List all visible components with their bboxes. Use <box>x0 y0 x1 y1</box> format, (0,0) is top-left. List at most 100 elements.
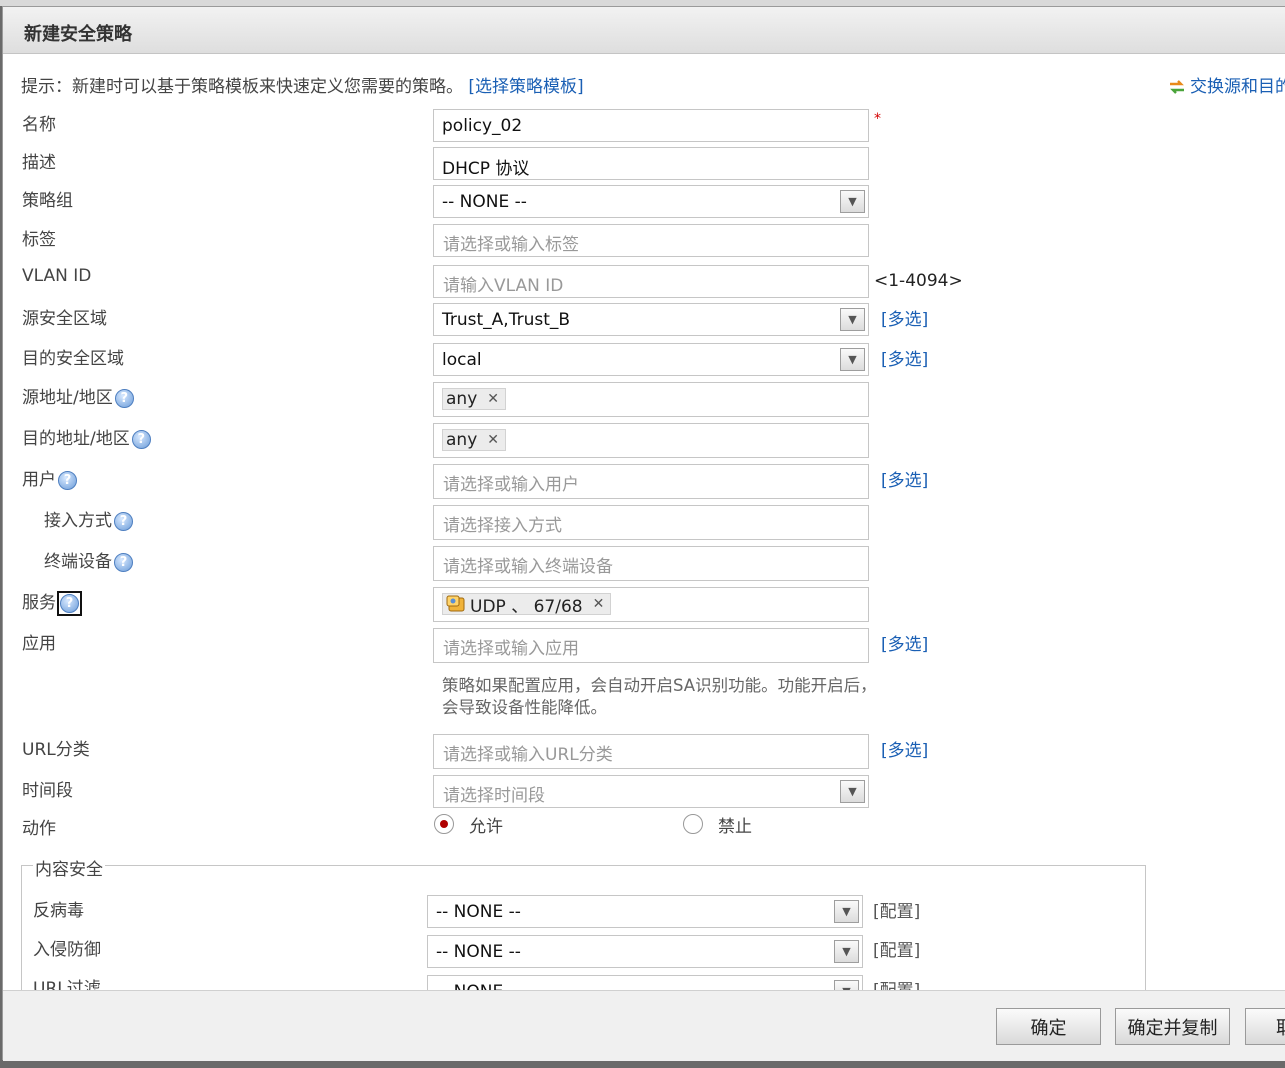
url-filter-value: -- NONE -- <box>436 982 521 990</box>
time-range-placeholder: 请选择时间段 <box>443 786 545 806</box>
dst-addr-input[interactable]: any ✕ <box>433 423 869 458</box>
name-input[interactable]: policy_02 <box>433 109 869 142</box>
application-input[interactable]: 请选择或输入应用 <box>433 628 869 663</box>
name-value: policy_02 <box>442 116 523 136</box>
user-label-wrap: 用户? <box>22 465 77 490</box>
deny-radio[interactable] <box>683 814 703 834</box>
src-addr-label-wrap: 源地址/地区? <box>22 383 134 408</box>
help-icon[interactable]: ? <box>58 470 77 490</box>
permit-radio[interactable] <box>434 814 454 834</box>
chevron-down-icon[interactable]: ▼ <box>840 780 865 803</box>
url-category-label: URL分类 <box>22 740 90 760</box>
description-input[interactable]: DHCP 协议 <box>433 147 869 180</box>
antivirus-config-link[interactable]: [配置] <box>873 897 920 922</box>
permit-label[interactable]: 允许 <box>469 812 503 837</box>
ips-value: -- NONE -- <box>436 942 521 962</box>
src-addr-input[interactable]: any ✕ <box>433 382 869 417</box>
required-mark: * <box>874 111 881 127</box>
antivirus-value: -- NONE -- <box>436 902 521 922</box>
help-icon[interactable]: ? <box>131 429 151 449</box>
tag-input[interactable]: 请选择或输入标签 <box>433 224 869 257</box>
close-icon[interactable]: ✕ <box>487 432 499 448</box>
tag-placeholder: 请选择或输入标签 <box>443 235 579 255</box>
access-label: 接入方式 <box>44 511 112 531</box>
dst-addr-label: 目的地址/地区 <box>22 429 130 449</box>
vlan-placeholder: 请输入VLAN ID <box>443 276 564 296</box>
vlan-input[interactable]: 请输入VLAN ID <box>433 265 869 298</box>
ips-select[interactable]: -- NONE -- ▼ <box>427 935 863 968</box>
ips-config-link[interactable]: [配置] <box>873 936 920 961</box>
policy-group-label: 策略组 <box>22 191 73 211</box>
src-zone-select[interactable]: Trust_A,Trust_B ▼ <box>433 303 869 336</box>
service-label-wrap: 服务? <box>22 588 82 616</box>
url-filter-config-link[interactable]: [配置] <box>873 976 920 990</box>
new-security-policy-dialog: 新建安全策略 提示：新建时可以基于策略模板来快速定义您需要的策略。 [选择策略模… <box>2 6 1285 1061</box>
dst-zone-select[interactable]: local ▼ <box>433 343 869 376</box>
user-multi-link[interactable]: [多选] <box>881 466 928 491</box>
select-template-link[interactable]: [选择策略模板] <box>468 77 583 97</box>
dialog-footer: 确定 确定并复制 取消 <box>3 990 1285 1061</box>
help-icon[interactable]: ? <box>60 593 79 613</box>
dst-addr-tag-text: any <box>446 430 478 450</box>
help-icon[interactable]: ? <box>114 511 133 531</box>
application-placeholder: 请选择或输入应用 <box>443 639 579 659</box>
description-value: DHCP 协议 <box>442 159 530 179</box>
chevron-down-icon[interactable]: ▼ <box>840 348 865 371</box>
src-addr-tag: any ✕ <box>442 388 506 410</box>
dialog-content[interactable]: 提示：新建时可以基于策略模板来快速定义您需要的策略。 [选择策略模板] 交换源和… <box>9 55 1285 990</box>
dst-zone-value: local <box>442 350 482 370</box>
device-label: 终端设备 <box>44 552 112 572</box>
swap-src-dst-link[interactable]: 交换源和目的 <box>1167 72 1285 97</box>
dialog-titlebar[interactable]: 新建安全策略 <box>3 7 1285 54</box>
device-input[interactable]: 请选择或输入终端设备 <box>433 546 869 581</box>
user-label: 用户 <box>22 470 56 490</box>
help-icon-focused[interactable]: ? <box>57 590 82 616</box>
antivirus-label: 反病毒 <box>33 901 84 921</box>
swap-icon <box>1170 80 1184 94</box>
deny-label[interactable]: 禁止 <box>718 812 752 837</box>
name-label: 名称 <box>22 115 56 135</box>
application-note: 策略如果配置应用，会自动开启SA识别功能。功能开启后，会导致设备性能降低。 <box>442 676 877 717</box>
url-filter-label: URL过滤 <box>33 979 101 990</box>
src-zone-label: 源安全区域 <box>22 309 107 329</box>
antivirus-select[interactable]: -- NONE -- ▼ <box>427 895 863 928</box>
dst-zone-multi-link[interactable]: [多选] <box>881 345 928 370</box>
device-label-wrap: 终端设备? <box>44 547 133 572</box>
dst-addr-tag: any ✕ <box>442 429 506 451</box>
swap-label: 交换源和目的 <box>1190 77 1285 97</box>
dst-addr-label-wrap: 目的地址/地区? <box>22 424 151 449</box>
service-input[interactable]: UDP 、 67/68 ✕ <box>433 587 869 622</box>
chevron-down-icon[interactable]: ▼ <box>840 308 865 331</box>
application-multi-link[interactable]: [多选] <box>881 630 928 655</box>
time-range-select[interactable]: 请选择时间段 ▼ <box>433 775 869 808</box>
close-icon[interactable]: ✕ <box>487 391 499 407</box>
device-placeholder: 请选择或输入终端设备 <box>443 557 613 577</box>
help-icon[interactable]: ? <box>114 552 133 572</box>
access-input[interactable]: 请选择接入方式 <box>433 505 869 540</box>
ok-and-copy-button[interactable]: 确定并复制 <box>1115 1008 1230 1045</box>
url-category-placeholder: 请选择或输入URL分类 <box>443 745 613 765</box>
access-placeholder: 请选择接入方式 <box>443 516 562 536</box>
chevron-down-icon[interactable]: ▼ <box>834 980 859 990</box>
content-security-legend: 内容安全 <box>33 855 105 880</box>
cancel-button[interactable]: 取消 <box>1245 1008 1285 1045</box>
description-label: 描述 <box>22 153 56 173</box>
chevron-down-icon[interactable]: ▼ <box>834 940 859 963</box>
chevron-down-icon[interactable]: ▼ <box>840 190 865 213</box>
src-zone-multi-link[interactable]: [多选] <box>881 305 928 330</box>
url-category-input[interactable]: 请选择或输入URL分类 <box>433 734 869 769</box>
policy-group-select[interactable]: -- NONE -- ▼ <box>433 185 869 218</box>
url-filter-select[interactable]: -- NONE -- ▼ <box>427 975 863 990</box>
url-category-multi-link[interactable]: [多选] <box>881 736 928 761</box>
user-input[interactable]: 请选择或输入用户 <box>433 464 869 499</box>
tag-label: 标签 <box>22 230 56 250</box>
help-icon[interactable]: ? <box>114 388 134 408</box>
chevron-down-icon[interactable]: ▼ <box>834 900 859 923</box>
close-icon[interactable]: ✕ <box>593 596 605 612</box>
dialog-title: 新建安全策略 <box>24 24 132 45</box>
service-icon <box>446 595 465 612</box>
access-label-wrap: 接入方式? <box>44 506 133 531</box>
ok-button[interactable]: 确定 <box>996 1008 1101 1045</box>
template-hint: 提示：新建时可以基于策略模板来快速定义您需要的策略。 [选择策略模板] <box>21 72 584 97</box>
dst-zone-label: 目的安全区域 <box>22 349 124 369</box>
